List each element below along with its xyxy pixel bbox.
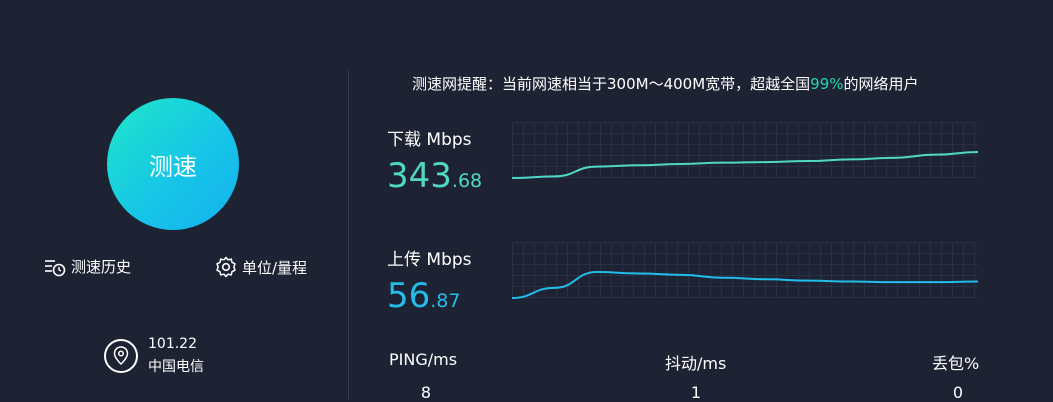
history-label: 测速历史 [71, 258, 132, 276]
ping-label: PING/ms [389, 350, 458, 369]
notice-prefix: 测速网提醒：当前网速相当于300M～400M宽带，超越全国 [412, 75, 811, 93]
jitter-value: 1 [690, 383, 702, 402]
server-ip: 101.22 [148, 336, 197, 352]
server-info: 101.22 中国电信 [104, 333, 204, 379]
units-label: 单位/量程 [242, 258, 308, 277]
upload-chart-grid [512, 242, 978, 299]
server-isp: 中国电信 [148, 359, 204, 375]
upload-chart [512, 242, 978, 299]
speedtest-history-button[interactable]: 测速历史 [44, 256, 131, 277]
ping-value: 8 [420, 383, 432, 402]
jitter-label: 抖动/ms [665, 354, 727, 373]
download-chart-grid [512, 122, 978, 179]
upload-speed-dec: .87 [430, 290, 461, 312]
gear-icon [216, 256, 236, 278]
download-speed-value: 343.68 [387, 156, 482, 196]
packet-loss-value: 0 [952, 383, 964, 402]
start-speedtest-button[interactable]: 测速 [107, 98, 239, 230]
upload-speed-value: 56.87 [387, 276, 460, 316]
download-chart [512, 122, 978, 179]
units-range-button[interactable]: 单位/量程 [215, 256, 307, 278]
packet-loss-label: 丢包% [932, 354, 980, 373]
history-list-icon [45, 259, 66, 276]
download-speed-dec: .68 [451, 170, 483, 192]
speed-notice: 测速网提醒：当前网速相当于300M～400M宽带，超越全国99%的网络用户 [412, 73, 919, 94]
upload-label: 上传 Mbps [387, 250, 472, 270]
notice-percent: 99% [810, 75, 844, 93]
upload-speed-int: 56 [387, 276, 431, 316]
panel-divider [348, 70, 349, 400]
download-speed-int: 343 [387, 156, 452, 196]
download-label: 下载 Mbps [387, 130, 472, 150]
start-button-label: 测速 [149, 152, 197, 181]
notice-suffix: 的网络用户 [843, 75, 919, 93]
location-pin-icon [104, 339, 138, 373]
